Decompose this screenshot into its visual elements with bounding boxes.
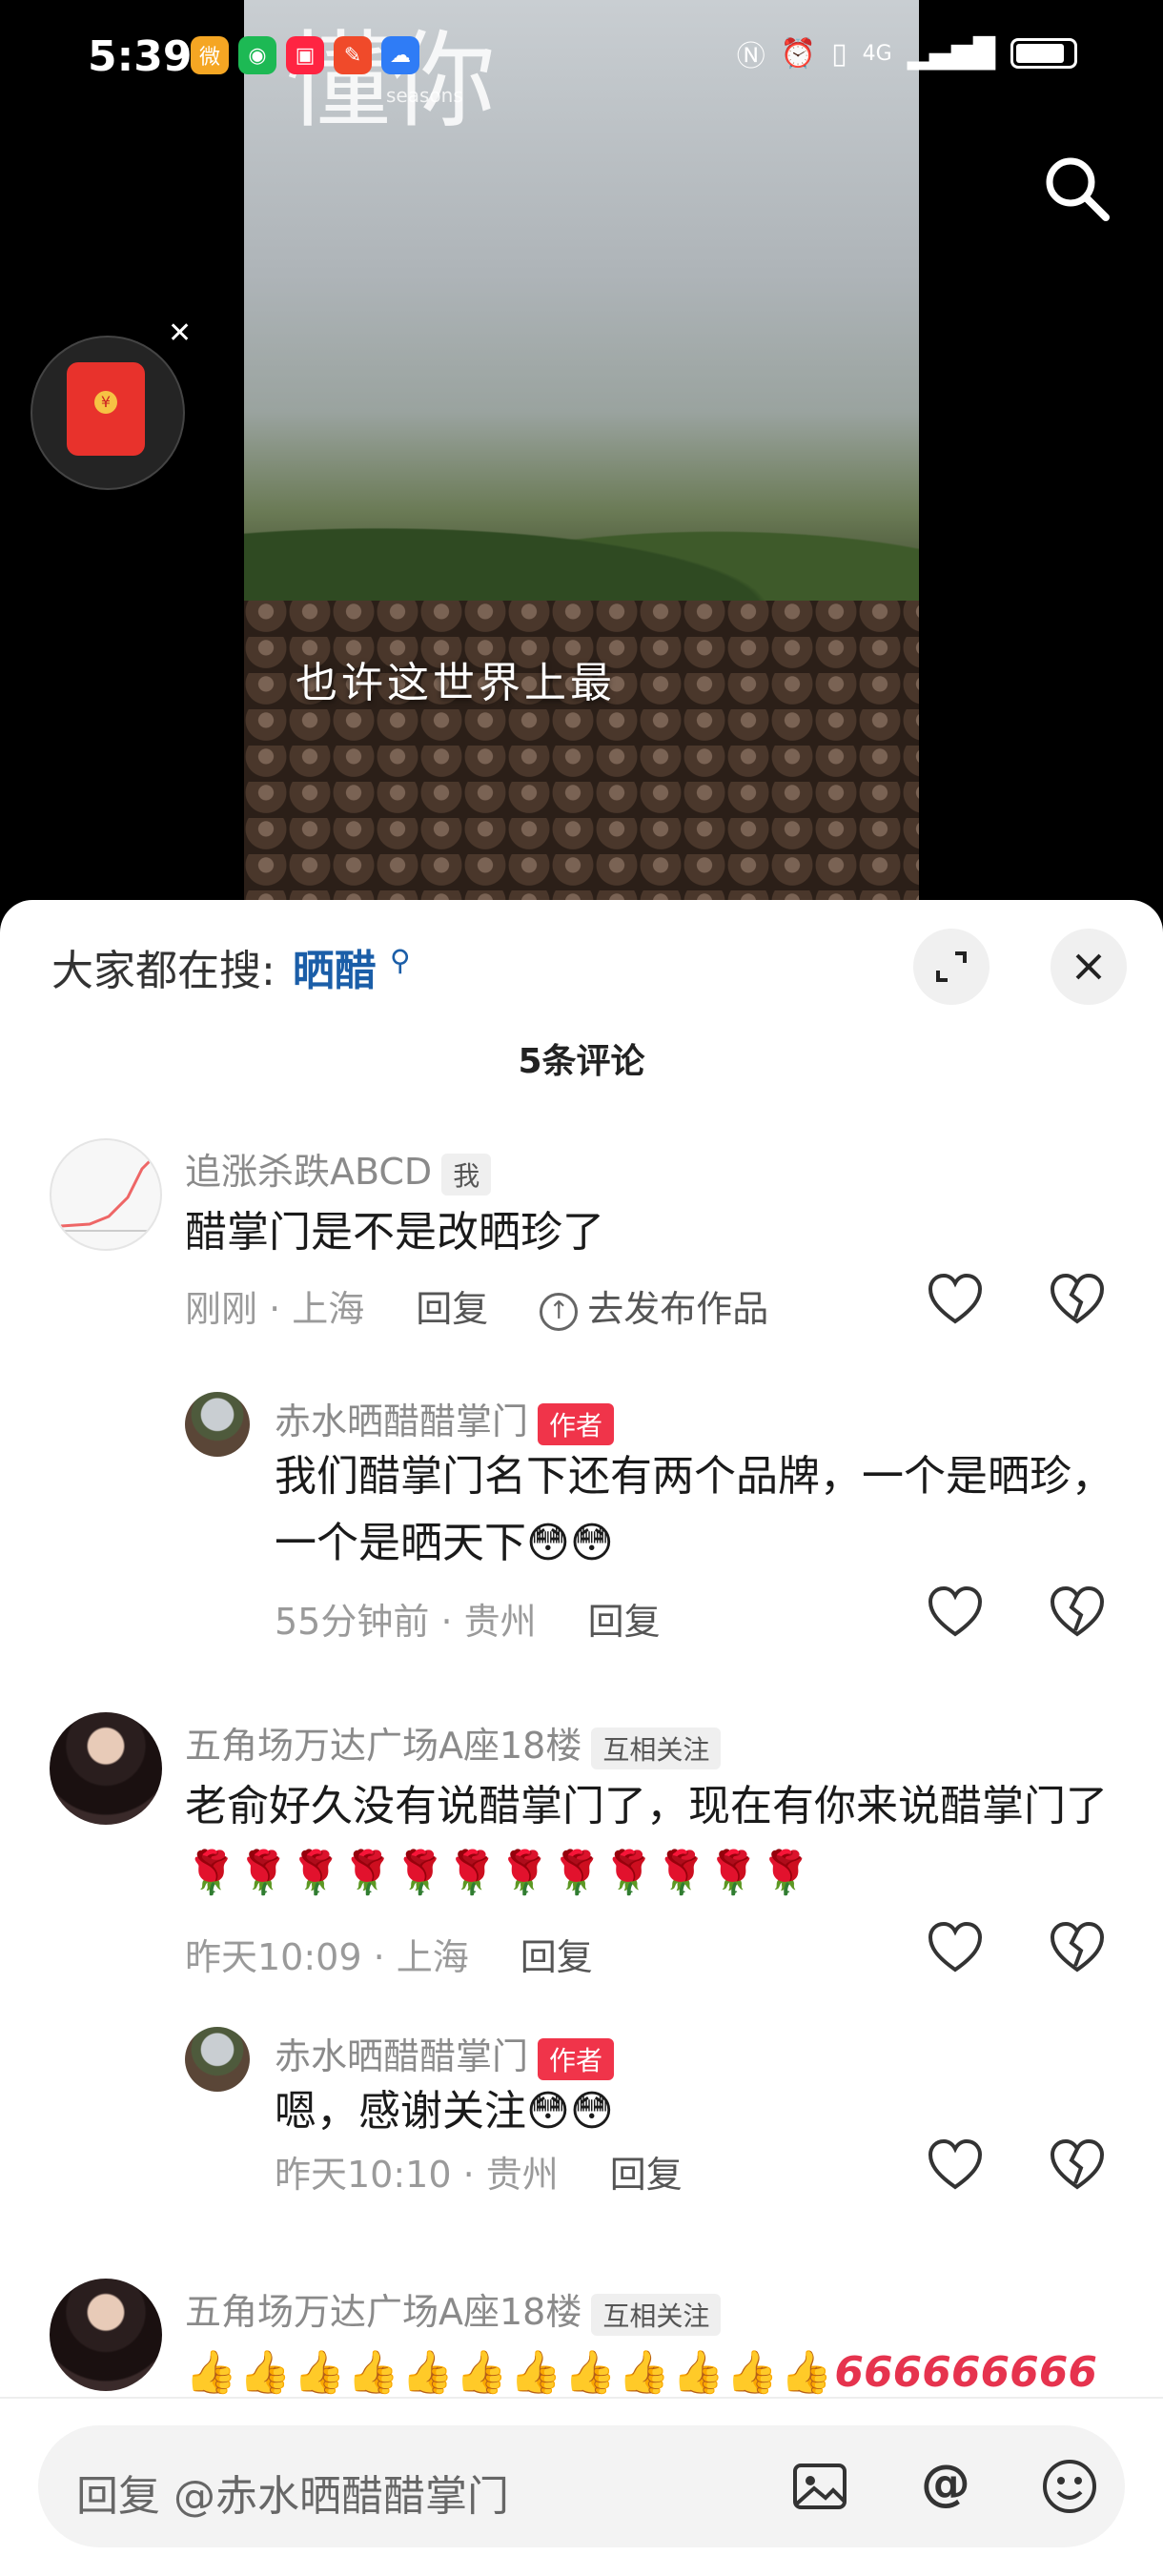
chart-thumbnail-icon <box>60 1157 154 1232</box>
status-app-icons: 微 ◉ ▣ ✎ ☁ <box>191 36 419 74</box>
search-icon[interactable] <box>1039 151 1115 227</box>
red-packet-close-icon[interactable]: ✕ <box>168 317 192 350</box>
emoji-icon[interactable] <box>1039 2456 1100 2517</box>
comment-time: 刚刚 <box>185 1288 258 1330</box>
close-button[interactable] <box>1051 929 1127 1005</box>
mutual-follow-tag: 互相关注 <box>591 2293 722 2336</box>
comment-location: 贵州 <box>463 1601 537 1643</box>
avatar[interactable] <box>50 1712 162 1825</box>
reply-button[interactable]: 回复 <box>610 2154 683 2196</box>
comment-count: 5条评论 <box>518 1042 645 1081</box>
reply-button[interactable]: 回复 <box>588 1601 661 1643</box>
status-time: 5:39 <box>88 32 193 81</box>
comment-username[interactable]: 五角场万达广场A座18楼 互相关注 <box>185 2282 722 2336</box>
status-bar: 5:39 微 ◉ ▣ ✎ ☁ Ⓝ ⏰ ▯ 4G ▂▄▆█ <box>0 0 1163 114</box>
dislike-icon[interactable] <box>1049 1584 1106 1642</box>
comment-time: 55分钟前 <box>275 1601 430 1643</box>
expand-icon <box>936 951 967 982</box>
reply-input-bar: 回复 @赤水晒醋醋掌门 @ <box>0 2397 1163 2576</box>
alarm-icon: ⏰ <box>780 36 817 71</box>
comment-username[interactable]: 五角场万达广场A座18楼 互相关注 <box>185 1716 722 1769</box>
comment-text[interactable]: 醋掌门是不是改晒珍了 <box>185 1199 1043 1266</box>
comment-time: 昨天10:09 <box>185 1936 362 1978</box>
red-packet-icon: ¥ <box>67 362 145 456</box>
six-sticker: 666666666 <box>834 2348 1097 2397</box>
sheet-header: 大家都在搜: 晒醋 ⚲ 5条评论 <box>0 900 1163 1081</box>
status-indicators: Ⓝ ⏰ ▯ 4G ▂▄▆█ <box>737 32 1077 74</box>
comment-meta: 昨天10:10 · 贵州 回复 <box>275 2154 683 2196</box>
author-tag: 作者 <box>538 1402 615 1445</box>
reply-button[interactable]: 回复 <box>416 1288 488 1330</box>
image-icon[interactable] <box>789 2456 850 2517</box>
like-icon[interactable] <box>927 1920 984 1977</box>
video-subtitle: 也许这世界上最 <box>296 659 616 707</box>
avatar[interactable] <box>50 1138 162 1251</box>
network-label: 4G <box>862 41 892 66</box>
comment-username[interactable]: 追涨杀跌ABCD 我 <box>185 1142 492 1196</box>
battery-icon <box>1010 38 1077 69</box>
avatar[interactable] <box>185 1392 250 1457</box>
comment-time: 昨天10:10 <box>275 2154 452 2196</box>
xiaohongshu-icon: ▣ <box>286 36 324 74</box>
thumbs-emoji: 👍👍👍👍👍👍👍👍👍👍👍👍 <box>185 2348 835 2397</box>
hot-search-label: 大家都在搜: <box>51 947 275 995</box>
comment-location: 上海 <box>396 1936 469 1978</box>
search-small-icon: ⚲ <box>389 944 411 978</box>
comment-text[interactable]: 老俞好久没有说醋掌门了，现在有你来说醋掌门了🌹🌹🌹🌹🌹🌹🌹🌹🌹🌹🌹🌹 <box>185 1773 1119 1907</box>
signal-icon: ▂▄▆█ <box>907 36 995 71</box>
reply-button[interactable]: 回复 <box>520 1936 593 1978</box>
video-hills <box>244 496 919 610</box>
weather-icon: ☁ <box>381 36 419 74</box>
comment-meta: 55分钟前 · 贵州 回复 <box>275 1601 661 1643</box>
comment-location: 上海 <box>292 1288 365 1330</box>
mutual-follow-tag: 互相关注 <box>591 1727 722 1769</box>
comment-text[interactable]: 嗯，感谢关注😳😳 <box>275 2078 1113 2145</box>
vibrate-icon: ▯ <box>831 36 847 71</box>
comment-username[interactable]: 赤水晒醋醋掌门 作者 <box>275 1392 615 1445</box>
svg-text:@: @ <box>921 2456 970 2512</box>
like-icon[interactable] <box>927 2137 984 2195</box>
upload-icon: ↑ <box>540 1292 579 1331</box>
coin-icon: ¥ <box>94 391 117 414</box>
comment-text[interactable]: 我们醋掌门名下还有两个品牌，一个是晒珍，一个是晒天下😳😳 <box>275 1443 1113 1577</box>
dislike-icon[interactable] <box>1049 1920 1106 1977</box>
reply-input[interactable]: 回复 @赤水晒醋醋掌门 @ <box>38 2425 1125 2547</box>
hot-search[interactable]: 大家都在搜: 晒醋 ⚲ <box>51 936 411 997</box>
reply-input-placeholder[interactable]: 回复 @赤水晒醋醋掌门 <box>76 2462 509 2523</box>
comment-username[interactable]: 赤水晒醋醋掌门 作者 <box>275 2027 615 2080</box>
comment-meta: 昨天10:09 · 上海 回复 <box>185 1936 593 1978</box>
publish-button[interactable]: ↑ 去发布作品 <box>540 1288 768 1331</box>
video-area[interactable]: 懂你 seasons 也许这世界上最 5:39 微 ◉ ▣ ✎ ☁ Ⓝ ⏰ ▯ … <box>0 0 1163 915</box>
nfc-icon: Ⓝ <box>736 40 765 73</box>
dislike-icon[interactable] <box>1049 2137 1106 2195</box>
me-tag: 我 <box>441 1153 492 1196</box>
avatar[interactable] <box>50 2279 162 2391</box>
toutiao-icon: ✎ <box>334 36 372 74</box>
mention-icon[interactable]: @ <box>915 2456 976 2517</box>
comment-meta: 刚刚 · 上海 回复 ↑ 去发布作品 <box>185 1288 769 1331</box>
avatar[interactable] <box>185 2027 250 2092</box>
red-packet-button[interactable]: ¥ <box>31 336 185 490</box>
weibo-icon: 微 <box>191 36 229 74</box>
author-tag: 作者 <box>538 2037 615 2080</box>
like-icon[interactable] <box>927 1272 984 1329</box>
comment-sheet: 大家都在搜: 晒醋 ⚲ 5条评论 追涨杀跌ABCD 我 醋掌门是不是改晒珍了 刚… <box>0 900 1163 2574</box>
expand-button[interactable] <box>913 929 990 1005</box>
dislike-icon[interactable] <box>1049 1272 1106 1329</box>
wechat-icon: ◉ <box>238 36 276 74</box>
like-icon[interactable] <box>927 1584 984 1642</box>
close-icon <box>1075 953 1102 980</box>
comment-location: 贵州 <box>485 2154 559 2196</box>
hot-search-keyword[interactable]: 晒醋 <box>293 947 377 995</box>
